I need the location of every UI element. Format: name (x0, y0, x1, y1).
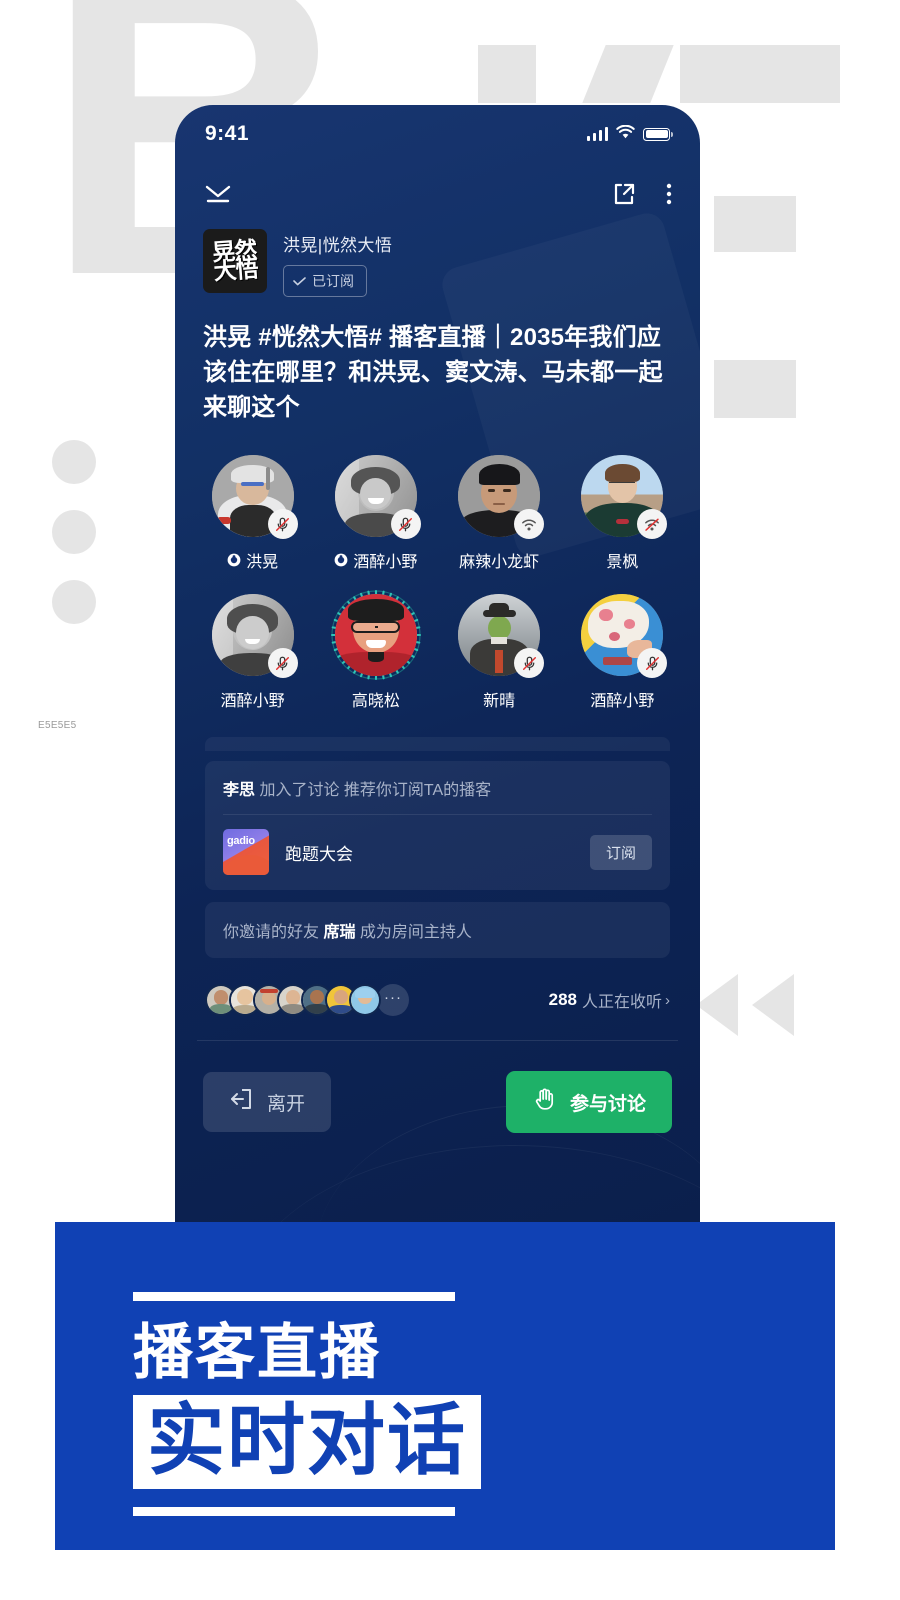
avatar (334, 594, 417, 677)
leave-label: 离开 (267, 1093, 306, 1115)
notice-stack-peek (205, 737, 670, 752)
background-dot (52, 510, 96, 554)
background-dot (52, 580, 96, 624)
podcast-cover: gadio (223, 829, 269, 876)
banner-rule-top (133, 1292, 455, 1301)
notice-card-subscribe: 李思 加入了讨论 推荐你订阅TA的播客 gadio 跑题大会 订阅 (205, 761, 670, 891)
podcast-cover-label: gadio (227, 835, 255, 848)
wifi-icon (616, 124, 635, 144)
speaker-tile[interactable]: 高晓松 (314, 590, 437, 711)
banner-line-1: 播客直播 (133, 1319, 381, 1386)
mic-muted-icon (267, 648, 298, 679)
background-shape-block-1 (478, 45, 536, 103)
channel-logo-text: 晃然 大悟 (211, 236, 259, 285)
background-dot (52, 440, 96, 484)
notice-text: 你邀请的好友 席瑞 成为房间主持人 (223, 918, 652, 942)
listener-avatar (349, 984, 381, 1017)
check-icon (293, 277, 306, 286)
notice-body: 加入了讨论 推荐你订阅TA的播客 (259, 782, 492, 800)
speaker-tile[interactable]: 麻辣小龙虾 (438, 455, 561, 572)
listeners-row[interactable]: ··· 288 人正在收听 › (205, 984, 670, 1017)
notice-text: 李思 加入了讨论 推荐你订阅TA的播客 (223, 776, 652, 800)
leave-room-button[interactable]: 离开 (203, 1072, 332, 1133)
navigation-bar (175, 163, 700, 225)
subscribed-button[interactable]: 已订阅 (283, 265, 367, 297)
speaker-name-row: 酒醉小野 (334, 548, 417, 572)
listener-avatar-stack[interactable]: ··· (205, 984, 409, 1017)
triangle-left-icon (696, 974, 738, 1036)
subscribed-label: 已订阅 (312, 273, 354, 289)
deco-arc (235, 1145, 700, 1230)
speakers-grid: 洪晃 酒醉小野 麻辣小龙虾 景枫 酒醉小野 高晓松 新晴 酒醉小野 (191, 455, 684, 711)
join-label: 参与讨论 (569, 1093, 646, 1115)
share-external-icon[interactable] (612, 182, 636, 206)
speaker-name-row: 酒醉小野 (590, 687, 654, 711)
subscribe-button[interactable]: 订阅 (589, 834, 652, 870)
channel-logo: 晃然 大悟 (203, 229, 267, 293)
more-listeners-button[interactable]: ··· (377, 984, 409, 1017)
battery-full-icon (643, 127, 673, 141)
background-shape-slash (582, 45, 674, 103)
triangle-left-icon (752, 974, 794, 1036)
speaker-name-row: 酒醉小野 (221, 687, 285, 711)
speaker-name: 景枫 (606, 554, 639, 572)
speaker-tile[interactable]: 酒醉小野 (191, 594, 314, 711)
join-discussion-button[interactable]: 参与讨论 (505, 1071, 672, 1134)
chevron-right-icon: › (665, 991, 670, 1009)
room-title: 洪晃 #恍然大悟# 播客直播｜2035年我们应该住在哪里？和洪晃、窦文涛、马未都… (203, 324, 663, 421)
speaker-name-row: 洪晃 (227, 548, 278, 572)
speaker-tile[interactable]: 洪晃 (191, 455, 314, 572)
speaker-tile[interactable]: 酒醉小野 (561, 594, 684, 711)
background-dots (52, 440, 96, 650)
divider (197, 1040, 678, 1042)
host-badge-icon (227, 553, 241, 567)
channel-header[interactable]: 晃然 大悟 洪晃|恍然大悟 已订阅 (175, 225, 700, 297)
speaker-name-row: 景枫 (606, 548, 638, 572)
speaker-name: 酒醉小野 (590, 693, 655, 711)
speaker-name: 洪晃 (246, 554, 279, 572)
collapse-room-button[interactable] (203, 183, 233, 205)
channel-name: 洪晃|恍然大悟 (283, 236, 393, 255)
phone-mockup: 9:41 晃然 大悟 洪晃|恍然大悟 已订阅 洪晃 #恍然大悟# 播客直播｜20… (175, 105, 700, 1230)
banner-line-2: 实时对话 (147, 1396, 468, 1484)
speaker-name: 酒醉小野 (220, 693, 285, 711)
speaker-name: 高晓松 (351, 693, 400, 711)
status-clock: 9:41 (205, 122, 250, 145)
banner-line-2-highlight: 实时对话 (133, 1395, 482, 1489)
speaker-name: 新晴 (483, 693, 516, 711)
notice-user: 席瑞 (323, 924, 356, 942)
status-bar: 9:41 (175, 105, 700, 163)
host-badge-icon (334, 553, 348, 567)
hex-color-label: E5E5E5 (38, 720, 77, 731)
more-vertical-icon[interactable] (666, 182, 672, 206)
listener-count-label: 人正在收听 (581, 994, 662, 1012)
speaker-name-row: 高晓松 (352, 687, 400, 711)
listener-count-number: 288 (548, 990, 577, 1010)
speaker-tile[interactable]: 景枫 (561, 455, 684, 572)
raised-hand-icon (532, 1086, 558, 1118)
notice-user: 李思 (223, 782, 256, 800)
cellular-signal-icon (586, 127, 608, 141)
exit-door-icon (229, 1087, 253, 1117)
listener-count[interactable]: 288 人正在收听 › (549, 988, 670, 1012)
action-bar: 离开 参与讨论 (203, 1071, 672, 1134)
notice-prefix: 你邀请的好友 (223, 924, 324, 942)
background-shape-block-4 (714, 360, 796, 418)
podcast-cover-wave (223, 855, 269, 876)
speaker-name: 麻辣小龙虾 (459, 554, 540, 572)
background-shape-block-3 (714, 196, 796, 252)
notice-suffix: 成为房间主持人 (355, 924, 472, 942)
background-shape-block-2 (680, 45, 840, 103)
speaker-tile[interactable]: 酒醉小野 (314, 455, 437, 572)
podcast-name: 跑题大会 (285, 844, 353, 864)
promo-banner: 播客直播 实时对话 (55, 1222, 835, 1550)
speaker-name-row: 麻辣小龙虾 (459, 548, 539, 572)
podcast-row[interactable]: gadio 跑题大会 订阅 (223, 814, 652, 876)
speaker-tile[interactable]: 新晴 (438, 594, 561, 711)
mic-muted-icon (267, 509, 298, 540)
speaker-name: 酒醉小野 (353, 554, 418, 572)
speaker-name-row: 新晴 (483, 687, 515, 711)
banner-rule-bottom (133, 1507, 455, 1516)
notice-card-host: 你邀请的好友 席瑞 成为房间主持人 (205, 902, 670, 959)
